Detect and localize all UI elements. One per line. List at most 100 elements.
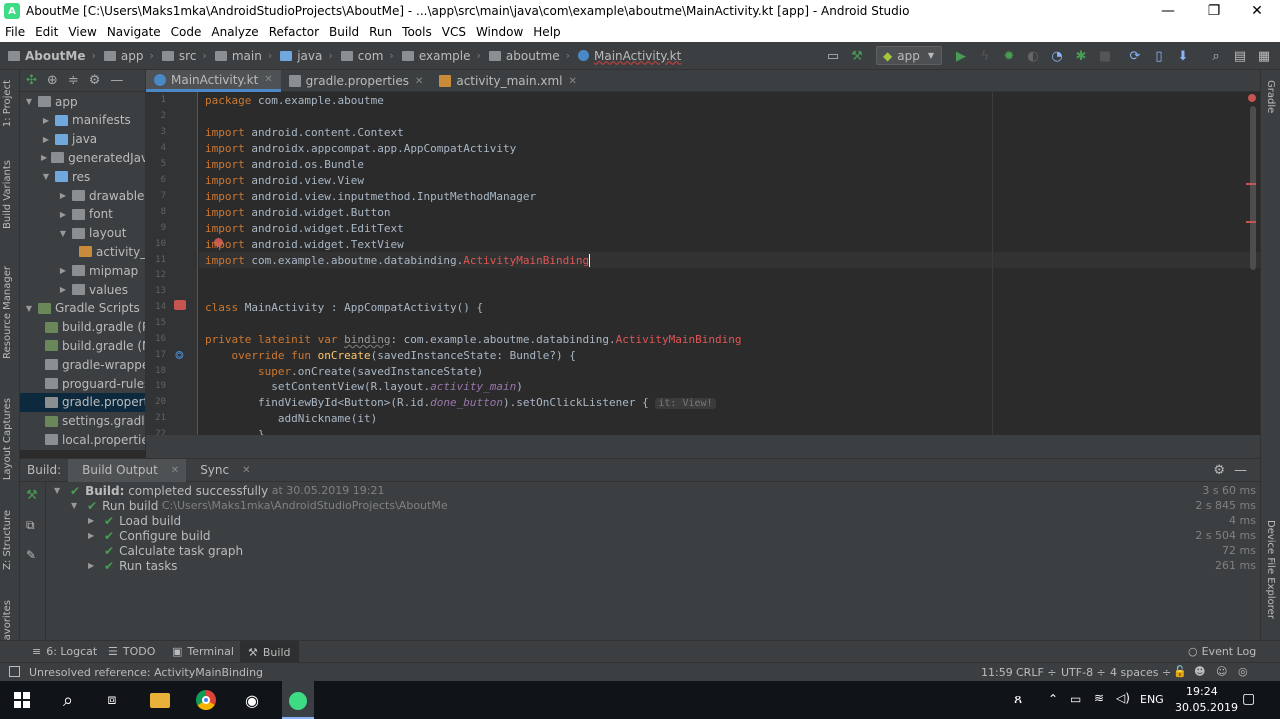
menu-analyze[interactable]: Analyze [206, 25, 263, 39]
tree-item[interactable]: ▶ mipmap [20, 261, 145, 280]
apply-changes-icon[interactable]: ϟ [977, 48, 993, 64]
menu-navigate[interactable]: Navigate [102, 25, 166, 39]
breadcrumb-com[interactable]: com › [340, 49, 394, 63]
menu-edit[interactable]: Edit [30, 25, 63, 39]
maximize-button[interactable]: ❐ [1191, 0, 1237, 22]
override-gutter-icon[interactable]: ⭗ [175, 349, 184, 363]
stripe-layout-captures[interactable]: Layout Captures [2, 398, 13, 480]
clock-date[interactable]: 30.05.2019 [1175, 701, 1238, 714]
collapsed-arrow-icon[interactable]: ▶ [58, 285, 68, 294]
steam-icon[interactable]: ◉ [240, 688, 264, 712]
breadcrumb-app[interactable]: app › [103, 49, 154, 63]
tree-item[interactable]: ▶ font [20, 205, 145, 224]
menu-view[interactable]: View [63, 25, 101, 39]
stripe-gradle[interactable]: Gradle [1265, 80, 1276, 113]
tree-item[interactable]: ▶ values [20, 280, 145, 299]
expanded-arrow-icon[interactable]: ▼ [58, 229, 68, 238]
breadcrumb-mainactivity[interactable]: MainActivity.kt [578, 49, 681, 63]
tree-item[interactable]: ▶ drawable [20, 186, 145, 205]
breadcrumb-java[interactable]: java › [280, 49, 333, 63]
error-stripe-mark[interactable] [1246, 221, 1256, 223]
device-frame-icon[interactable]: ▭ [825, 48, 841, 64]
menu-window[interactable]: Window [471, 25, 528, 39]
breadcrumb-main[interactable]: main › [214, 49, 272, 63]
tree-item[interactable]: ▶ generatedJava [20, 148, 145, 167]
task-view-icon[interactable]: ⧈ [100, 688, 124, 712]
gear-icon[interactable]: ⚙ [89, 73, 101, 88]
breadcrumb-aboutme[interactable]: AboutMe › [8, 49, 96, 63]
menu-code[interactable]: Code [166, 25, 207, 39]
menu-tools[interactable]: Tools [397, 25, 437, 39]
build-tree-row[interactable]: ▶ ✔ Run tasks [88, 558, 177, 573]
project-structure-icon[interactable]: ▤ [1232, 48, 1248, 64]
volume-icon[interactable]: ◁) [1116, 691, 1130, 705]
breadcrumb-example[interactable]: example › [401, 49, 481, 63]
close-button[interactable]: ✕ [1234, 0, 1280, 22]
stripe-structure[interactable]: Z: Structure [2, 510, 13, 570]
search-icon[interactable]: ⌕ [56, 688, 80, 712]
tree-item[interactable]: ▼ Gradle Scripts [20, 299, 145, 318]
settings-icon[interactable]: ▦ [1256, 48, 1272, 64]
collapsed-arrow-icon[interactable]: ▶ [41, 135, 51, 144]
collapsed-arrow-icon[interactable]: ▶ [58, 210, 68, 219]
android-studio-taskbar-icon[interactable] [282, 681, 314, 719]
tree-item[interactable]: build.gradle (P [20, 318, 145, 337]
clock-time[interactable]: 19:24 [1186, 685, 1218, 698]
tool-todo[interactable]: ☰ TODO [108, 645, 155, 658]
caret-position[interactable]: 11:59 [981, 666, 1013, 679]
stop-icon[interactable]: ■ [1097, 48, 1113, 64]
lock-icon[interactable]: 🔓 [1173, 665, 1187, 678]
stripe-build-variants[interactable]: Build Variants [2, 160, 13, 229]
tree-item[interactable]: gradle-wrappe [20, 355, 145, 374]
editor-scrollbar[interactable] [1250, 106, 1256, 270]
close-tab-icon[interactable]: ✕ [171, 465, 179, 476]
collapse-icon[interactable]: ≑ [68, 73, 79, 88]
coverage-icon[interactable]: ◐ [1025, 48, 1041, 64]
pin-icon[interactable]: ✎ [26, 548, 36, 562]
tab-gradle-properties[interactable]: gradle.properties ✕ [281, 70, 432, 92]
error-stripe-mark[interactable] [1246, 183, 1256, 185]
expand-arrow-icon[interactable]: ▼ [71, 501, 79, 510]
menu-build[interactable]: Build [324, 25, 364, 39]
run-icon[interactable]: ▶ [953, 48, 969, 64]
tab-activity-main[interactable]: activity_main.xml ✕ [431, 70, 585, 92]
menu-refactor[interactable]: Refactor [264, 25, 324, 39]
stripe-device-file-explorer[interactable]: Device File Explorer [1265, 520, 1276, 619]
hide-icon[interactable]: — [110, 73, 123, 88]
memory-icon[interactable]: ◎ [1238, 665, 1248, 678]
expand-arrow-icon[interactable]: ▶ [88, 531, 96, 540]
expand-arrow-icon[interactable]: ▶ [88, 561, 96, 570]
run-config-select[interactable]: ◆ app ▼ [876, 46, 942, 65]
make-project-icon[interactable]: ⚒ [849, 48, 865, 64]
tab-mainactivity[interactable]: MainActivity.kt ✕ [146, 70, 281, 92]
breadcrumb-src[interactable]: src › [161, 49, 207, 63]
code-editor[interactable]: 1 2 3 4 5 6 7 8 9 10 11 12 13 14 15 16 17 18 19 20 21 22 ⭗ pa… [146, 92, 1260, 435]
tree-item[interactable]: build.gradle (M [20, 336, 145, 355]
git-icon[interactable]: ☺ [1216, 665, 1227, 678]
indent-setting[interactable]: 4 spaces ÷ [1110, 666, 1171, 679]
tree-item[interactable]: activity_ [20, 242, 145, 261]
expanded-arrow-icon[interactable]: ▼ [24, 304, 34, 313]
tree-item[interactable]: local.propertie [20, 430, 145, 449]
close-tab-icon[interactable]: ✕ [569, 76, 577, 87]
tab-build-output[interactable]: Build Output ✕ [68, 458, 187, 482]
breadcrumb-aboutme-pkg[interactable]: aboutme › [488, 49, 570, 63]
stripe-project[interactable]: 1: Project [2, 80, 13, 127]
chrome-icon[interactable] [194, 688, 218, 712]
tool-terminal[interactable]: ▣ Terminal [172, 645, 234, 658]
wifi-icon[interactable]: ≋ [1094, 691, 1104, 705]
attach-debugger-icon[interactable]: ✱ [1073, 48, 1089, 64]
windows-start-icon[interactable] [10, 688, 34, 712]
tree-item[interactable]: settings.gradle [20, 412, 145, 431]
menu-file[interactable]: File [0, 25, 30, 39]
collapsed-arrow-icon[interactable]: ▶ [41, 153, 47, 162]
sdk-manager-icon[interactable]: ⬇ [1175, 48, 1191, 64]
run-gutter-icon[interactable] [174, 300, 186, 310]
build-tree-row[interactable]: ▶ ✔ Configure build [88, 528, 211, 543]
search-icon[interactable]: ⌕ [1208, 48, 1224, 64]
build-tree-row[interactable]: ▼ ✔ Run build C:\Users\Maks1mka\AndroidStu… [71, 498, 448, 513]
tree-item[interactable]: ▶ manifests [20, 111, 145, 130]
collapsed-arrow-icon[interactable]: ▶ [41, 116, 51, 125]
menu-help[interactable]: Help [528, 25, 565, 39]
tree-item[interactable]: ▶ java [20, 130, 145, 149]
